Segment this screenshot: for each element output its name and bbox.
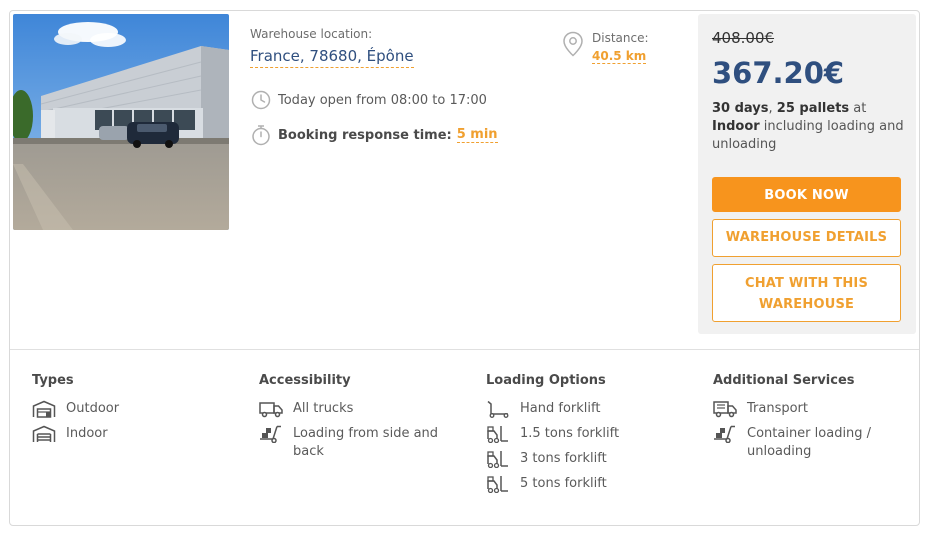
stopwatch-icon [250,124,272,146]
booking-response-time: Booking response time: 5 min [250,124,498,146]
summary-separator: , [768,101,777,116]
feature-label: Indoor [66,426,108,441]
indoor-warehouse-icon [32,425,56,443]
features-types: Types Outdoor Indoor [32,373,232,450]
hand-truck-boxes-icon [713,425,737,443]
feature-item: All trucks [259,400,449,418]
feature-item: 1.5 tons forklift [486,425,686,443]
clock-icon [250,89,272,111]
distance-label: Distance: [592,31,649,45]
feature-label: Hand forklift [520,401,601,416]
accessibility-title: Accessibility [259,373,351,388]
feature-item: Outdoor [32,400,232,418]
features-additional-services: Additional Services Transport Container … [713,373,893,468]
types-title: Types [32,373,74,388]
features-accessibility: Accessibility All trucks Loading from si… [259,373,449,468]
feature-item: 3 tons forklift [486,450,686,468]
feature-label: Container loading / unloading [747,426,872,459]
feature-item: 5 tons forklift [486,475,686,493]
feature-label: All trucks [293,401,354,416]
chat-with-warehouse-button[interactable]: CHAT WITH THIS WAREHOUSE [712,264,901,322]
forklift-icon [486,475,510,493]
warehouse-location-value[interactable]: France, 78680, Épône [250,47,414,68]
warehouse-location-label: Warehouse location: [250,27,373,41]
forklift-icon [486,425,510,443]
feature-item: Hand forklift [486,400,686,418]
loading-options-title: Loading Options [486,373,606,388]
warehouse-details-button[interactable]: WAREHOUSE DETAILS [712,219,901,257]
booking-summary: 30 days, 25 pallets at Indoor including … [712,100,908,154]
summary-at: at [849,101,867,116]
delivery-truck-icon [713,400,737,418]
summary-storage: Indoor [712,119,760,134]
booking-response-label: Booking response time: [278,127,452,143]
distance-value[interactable]: 40.5 km [592,49,647,64]
price-panel: 408.00€ 367.20€ 30 days, 25 pallets at I… [698,14,916,334]
features-loading-options: Loading Options Hand forklift 1.5 tons f… [486,373,686,500]
hand-pallet-jack-icon [486,400,510,418]
section-divider [10,349,919,350]
truck-icon [259,400,283,418]
location-pin-icon [562,31,584,57]
outdoor-warehouse-icon [32,400,56,418]
distance-block: Distance: 40.5 km [562,31,649,64]
book-now-button[interactable]: BOOK NOW [712,177,901,212]
feature-item: Indoor [32,425,232,443]
feature-label: Loading from side and back [293,426,439,459]
summary-pallets: 25 pallets [776,101,850,116]
feature-label: 1.5 tons forklift [520,426,620,441]
warehouse-photo[interactable] [13,14,229,230]
feature-label: 5 tons forklift [520,476,607,491]
feature-label: Outdoor [66,401,120,416]
feature-label: Transport [747,401,809,416]
summary-days: 30 days [712,101,769,116]
listing-top-section: Warehouse location: France, 78680, Épône… [10,11,919,349]
chat-button-line-1: CHAT WITH THIS [744,276,869,291]
feature-item: Container loading / unloading [713,425,893,461]
old-price: 408.00€ [712,29,775,47]
forklift-icon [486,450,510,468]
hand-truck-boxes-icon [259,425,283,443]
booking-response-value[interactable]: 5 min [456,127,498,143]
chat-button-line-2: WAREHOUSE [758,297,855,312]
feature-item: Loading from side and back [259,425,449,461]
warehouse-listing-card: Warehouse location: France, 78680, Épône… [9,10,920,526]
additional-services-title: Additional Services [713,373,855,388]
feature-item: Transport [713,400,893,418]
feature-label: 3 tons forklift [520,451,607,466]
opening-hours-text: Today open from 08:00 to 17:00 [278,92,487,108]
current-price: 367.20€ [712,56,845,90]
opening-hours: Today open from 08:00 to 17:00 [250,89,487,111]
